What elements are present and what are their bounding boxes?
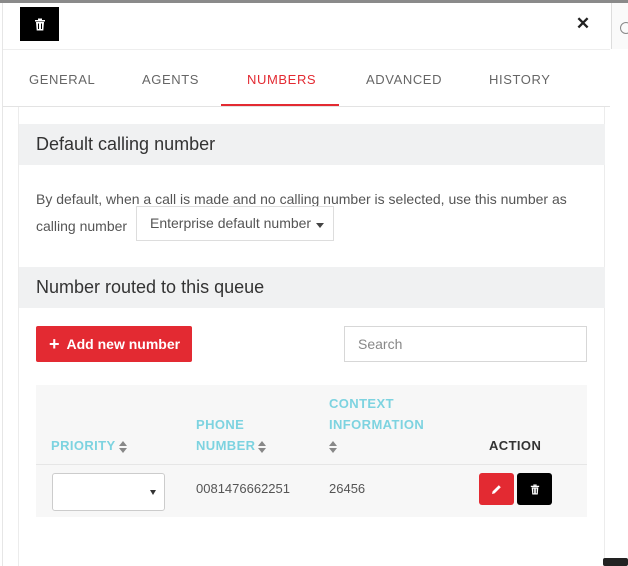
tab-advanced[interactable]: ADVANCED	[366, 72, 442, 87]
section-title: Default calling number	[36, 134, 216, 154]
tab-bar: GENERAL AGENTS NUMBERS ADVANCED HISTORY	[3, 49, 610, 107]
edit-button[interactable]	[479, 473, 514, 505]
side-strip	[611, 3, 628, 49]
default-number-select[interactable]: Enterprise default number	[136, 206, 334, 241]
trash-icon	[530, 484, 539, 494]
caret-down-icon	[316, 223, 324, 228]
column-header-phone-number[interactable]: PHONE NUMBER	[196, 414, 267, 456]
default-calling-number-header: Default calling number	[19, 124, 605, 165]
numbers-table: PRIORITY PHONE NUMBER CONTEXT INFORMATIO…	[36, 385, 587, 517]
tab-general[interactable]: GENERAL	[29, 72, 95, 87]
tab-numbers[interactable]: NUMBERS	[247, 72, 316, 87]
close-icon[interactable]: ✕	[573, 14, 593, 34]
column-header-context-information[interactable]: CONTEXT INFORMATION	[329, 393, 424, 456]
add-new-number-button[interactable]: + Add new number	[36, 326, 192, 362]
sort-icon	[258, 440, 267, 453]
column-header-priority[interactable]: PRIORITY	[51, 435, 127, 456]
plus-icon: +	[49, 334, 60, 354]
tab-agents[interactable]: AGENTS	[142, 72, 199, 87]
active-tab-indicator	[221, 104, 339, 106]
sort-icon	[329, 440, 337, 453]
column-header-action: ACTION	[489, 438, 542, 453]
scroll-corner	[603, 558, 628, 566]
sort-icon	[118, 440, 127, 453]
add-number-label: Add new number	[66, 336, 181, 352]
clock-icon[interactable]	[620, 22, 628, 34]
tab-history[interactable]: HISTORY	[489, 72, 551, 87]
delete-queue-button[interactable]	[20, 7, 59, 41]
context-cell: 26456	[329, 481, 366, 496]
routed-numbers-header: Number routed to this queue	[19, 267, 605, 308]
priority-select[interactable]	[52, 473, 165, 511]
delete-button[interactable]	[517, 473, 552, 505]
pencil-icon	[492, 484, 501, 494]
caret-down-icon	[150, 490, 156, 495]
row-divider	[36, 464, 587, 465]
default-number-value: Enterprise default number	[150, 215, 312, 231]
trash-icon	[34, 18, 45, 30]
search-input[interactable]	[344, 326, 587, 362]
section-title: Number routed to this queue	[36, 277, 265, 297]
phone-number-cell: 0081476662251	[196, 481, 290, 496]
